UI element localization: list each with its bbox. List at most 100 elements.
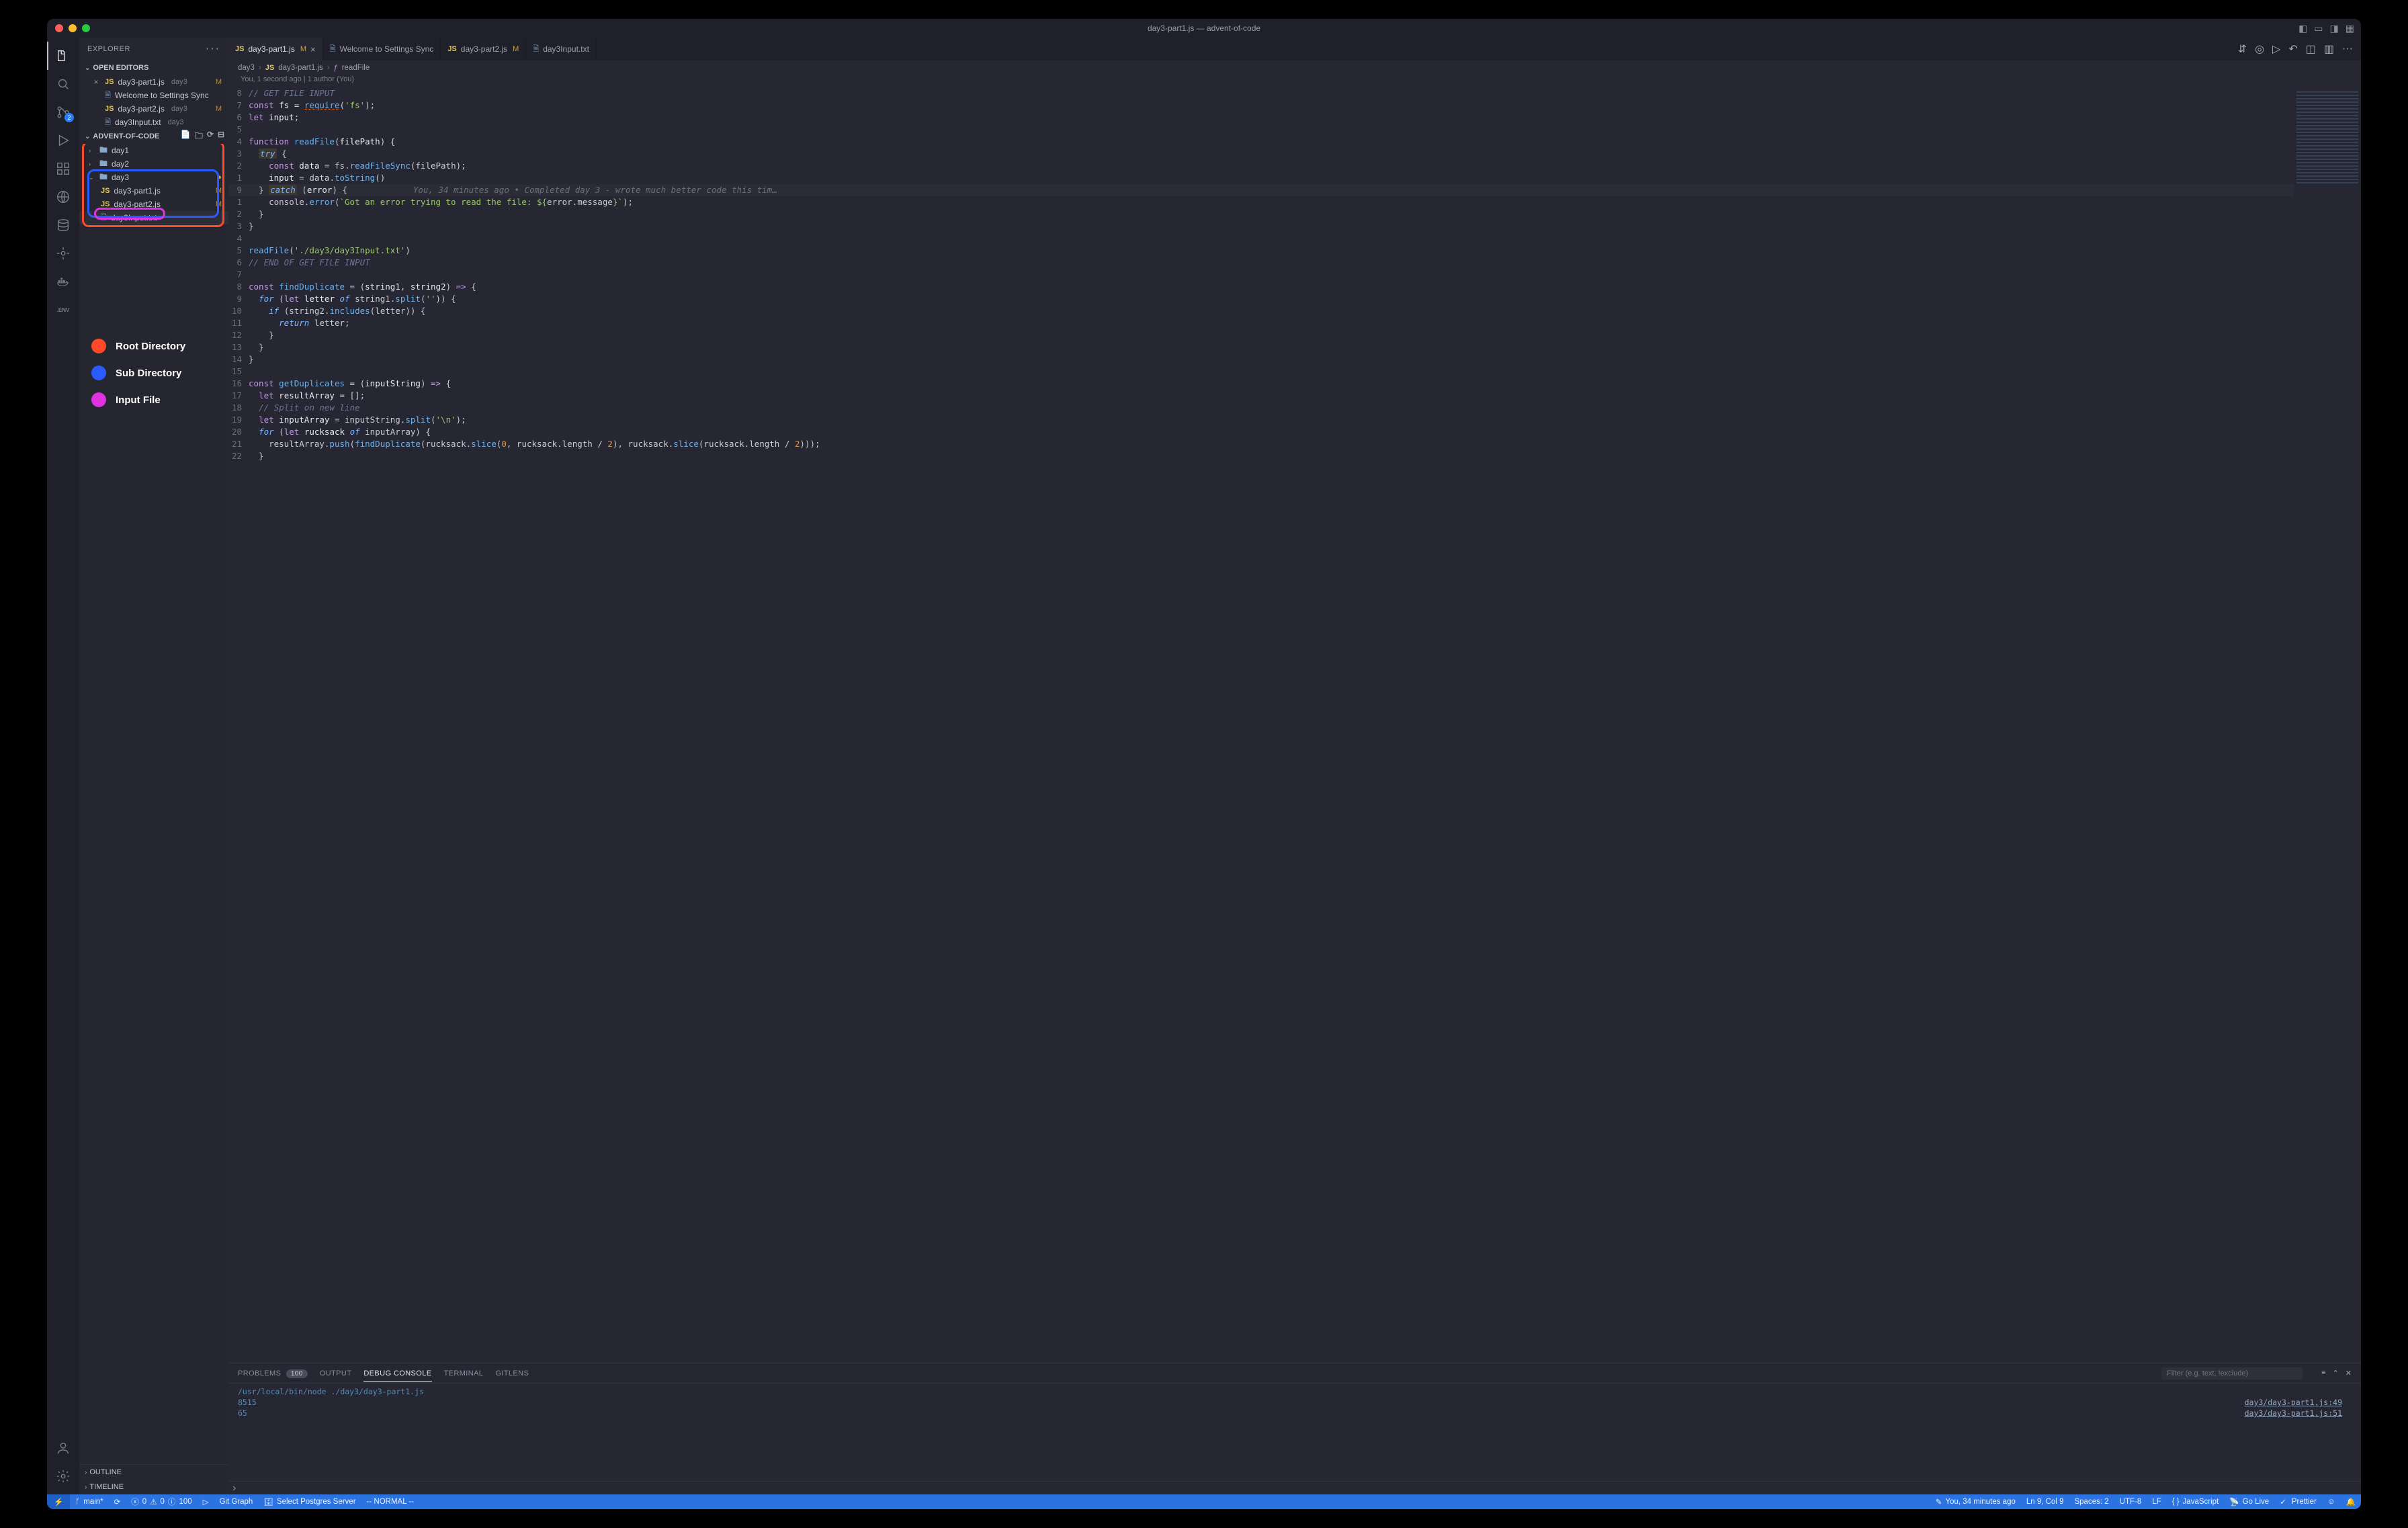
notifications-icon[interactable]: 🔔 <box>2341 1494 2361 1509</box>
git-graph[interactable]: Git Graph <box>214 1494 258 1509</box>
new-folder-icon[interactable]: 🗀 <box>195 130 203 144</box>
code-line[interactable]: 18 // Split on new line <box>228 402 2354 414</box>
source-control-icon[interactable]: 2 <box>47 98 79 126</box>
code-line[interactable]: 6let input; <box>228 112 2354 124</box>
new-file-icon[interactable]: 📄 <box>181 130 191 144</box>
code-line[interactable]: 4 <box>228 232 2354 245</box>
encoding[interactable]: UTF-8 <box>2114 1494 2147 1509</box>
editor-tab[interactable]: 🗎day3Input.txt <box>526 38 597 60</box>
status-errors[interactable]: ⓧ 0 ⚠ 0 ⓘ 100 <box>126 1494 197 1509</box>
accounts-icon[interactable] <box>47 1434 79 1462</box>
folder-item[interactable]: ⌄🖿day3● <box>79 171 228 184</box>
maximize-window-icon[interactable] <box>82 24 90 32</box>
close-panel-icon[interactable]: ✕ <box>2346 1369 2352 1377</box>
editor-tab[interactable]: JSday3-part2.jsM <box>441 38 526 60</box>
code-line[interactable]: 19 let inputArray = inputString.split('\… <box>228 414 2354 426</box>
project-section[interactable]: ⌄ ADVENT-OF-CODE 📄 🗀 ⟳ ⊟ <box>79 129 228 144</box>
code-line[interactable]: 12 } <box>228 329 2354 341</box>
open-editors-section[interactable]: ⌄ OPEN EDITORS <box>79 60 228 75</box>
gitlens-toggle-icon[interactable]: ◎ <box>2255 42 2264 56</box>
remote-indicator[interactable]: ⚡ <box>47 1494 70 1509</box>
code-line[interactable]: 16const getDuplicates = (inputString) =>… <box>228 378 2354 390</box>
panel-filter-input[interactable] <box>2161 1367 2303 1380</box>
explorer-icon[interactable] <box>47 42 79 70</box>
sidebar-more-icon[interactable]: ··· <box>206 43 220 55</box>
folder-item[interactable]: ›🖿day2 <box>79 157 228 171</box>
close-editor-icon[interactable]: × <box>91 77 101 87</box>
search-icon[interactable] <box>47 70 79 98</box>
code-line[interactable]: 15 <box>228 366 2354 378</box>
horizontal-scroll[interactable]: › <box>228 1481 2361 1494</box>
code-line[interactable]: 3} <box>228 220 2354 232</box>
file-item[interactable]: 🗎day3Input.txt <box>79 211 228 224</box>
maximize-panel-icon[interactable]: ⌃ <box>2333 1369 2339 1377</box>
console-source-link[interactable]: day3/day3-part1.js:51 <box>2245 1408 2342 1418</box>
eol[interactable]: LF <box>2147 1494 2166 1509</box>
code-line[interactable]: 17 let resultArray = []; <box>228 390 2354 402</box>
code-line[interactable]: 7const fs = require('fs'); <box>228 99 2354 112</box>
toggle-secondary-sidebar-icon[interactable]: ◨ <box>2330 23 2339 34</box>
file-item[interactable]: JSday3-part2.jsM <box>79 198 228 211</box>
close-window-icon[interactable] <box>55 24 63 32</box>
console-source-link[interactable]: day3/day3-part1.js:49 <box>2245 1397 2342 1408</box>
more-actions-icon[interactable]: ··· <box>2342 43 2353 55</box>
run-debug-icon[interactable] <box>47 126 79 155</box>
code-line[interactable]: 5 <box>228 124 2354 136</box>
code-line[interactable]: 21 resultArray.push(findDuplicate(rucksa… <box>228 438 2354 450</box>
gitlens-blame[interactable]: ✎ You, 34 minutes ago <box>1930 1494 2021 1509</box>
go-back-icon[interactable]: ↶ <box>2288 42 2297 56</box>
gitlens-authors[interactable]: You, 1 second ago | 1 author (You) <box>228 75 2361 87</box>
code-line[interactable]: 20 for (let rucksack of inputArray) { <box>228 426 2354 438</box>
debug-start[interactable]: ▷ <box>198 1494 214 1509</box>
go-live[interactable]: 📡 Go Live <box>2224 1494 2274 1509</box>
code-line[interactable]: 2 } <box>228 208 2354 220</box>
code-editor[interactable]: 8// GET FILE INPUT7const fs = require('f… <box>228 87 2361 1363</box>
breadcrumb-part[interactable]: day3-part1.js <box>278 64 322 72</box>
open-editor-item[interactable]: 🗎Welcome to Settings Sync <box>79 89 228 102</box>
code-line[interactable]: 11 return letter; <box>228 317 2354 329</box>
language-mode[interactable]: { } JavaScript <box>2167 1494 2225 1509</box>
compare-changes-icon[interactable]: ⇵ <box>2238 42 2247 56</box>
folder-item[interactable]: ›🖿day1 <box>79 144 228 157</box>
code-line[interactable]: 9 } catch (error) { You, 34 minutes ago … <box>228 184 2354 196</box>
postgres-server[interactable]: 🗄 Select Postgres Server <box>258 1494 361 1509</box>
git-sync[interactable]: ⟳ <box>109 1494 126 1509</box>
code-line[interactable]: 5readFile('./day3/day3Input.txt') <box>228 245 2354 257</box>
collapse-icon[interactable]: ⊟ <box>218 130 224 144</box>
settings-gear-icon[interactable] <box>47 1462 79 1490</box>
timeline-section[interactable]: › TIMELINE <box>79 1480 228 1494</box>
refresh-icon[interactable]: ⟳ <box>207 130 214 144</box>
tab-gitlens[interactable]: GITLENS <box>495 1369 529 1377</box>
code-line[interactable]: 7 <box>228 269 2354 281</box>
code-line[interactable]: 1 input = data.toString() <box>228 172 2354 184</box>
code-line[interactable]: 4function readFile(filePath) { <box>228 136 2354 148</box>
gitlens-icon[interactable] <box>47 239 79 267</box>
toggle-sidebar-icon[interactable]: ◧ <box>2298 23 2307 34</box>
code-line[interactable]: 14} <box>228 353 2354 366</box>
docker-icon[interactable] <box>47 267 79 296</box>
open-editor-item[interactable]: JSday3-part2.jsday3M <box>79 102 228 116</box>
tab-problems[interactable]: PROBLEMS 100 <box>238 1369 308 1377</box>
code-line[interactable]: 2 const data = fs.readFileSync(filePath)… <box>228 160 2354 172</box>
outline-section[interactable]: › OUTLINE <box>79 1465 228 1480</box>
cursor-position[interactable]: Ln 9, Col 9 <box>2021 1494 2069 1509</box>
tab-output[interactable]: OUTPUT <box>320 1369 352 1377</box>
code-line[interactable]: 13 } <box>228 341 2354 353</box>
open-editor-item[interactable]: ×JSday3-part1.jsday3M <box>79 75 228 89</box>
breadcrumb-part[interactable]: readFile <box>342 64 370 72</box>
clear-console-icon[interactable]: ≡ <box>2321 1369 2325 1377</box>
split-editor-icon[interactable]: ◫ <box>2306 42 2316 56</box>
remote-explorer-icon[interactable] <box>47 183 79 211</box>
breadcrumb-part[interactable]: day3 <box>238 64 255 72</box>
editor-tab[interactable]: JSday3-part1.jsM× <box>228 38 323 60</box>
diff-layout-icon[interactable]: ▥ <box>2324 42 2334 56</box>
code-line[interactable]: 1 console.error(`Got an error trying to … <box>228 196 2354 208</box>
code-line[interactable]: 10 if (string2.includes(letter)) { <box>228 305 2354 317</box>
database-icon[interactable] <box>47 211 79 239</box>
code-line[interactable]: 6// END OF GET FILE INPUT <box>228 257 2354 269</box>
code-line[interactable]: 22 } <box>228 450 2354 462</box>
tab-debug-console[interactable]: DEBUG CONSOLE <box>363 1369 431 1382</box>
close-tab-icon[interactable]: × <box>310 44 316 54</box>
customize-layout-icon[interactable]: ▦ <box>2346 23 2354 34</box>
indentation[interactable]: Spaces: 2 <box>2069 1494 2114 1509</box>
